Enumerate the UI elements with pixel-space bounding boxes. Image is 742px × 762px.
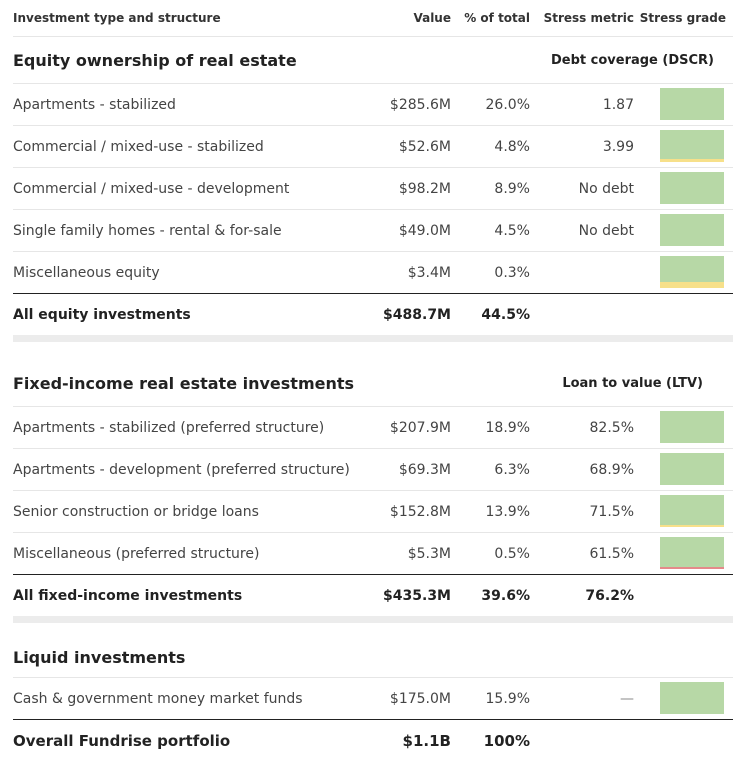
row-pct: 6.3% [494, 461, 530, 478]
table-row: Apartments - stabilized $285.6M 26.0% 1.… [13, 84, 733, 126]
row-metric: No debt [578, 222, 634, 239]
section-divider [13, 616, 733, 623]
row-name: Apartments - stabilized (preferred struc… [13, 419, 325, 436]
row-value: $49.0M [398, 222, 451, 239]
header-grade: Stress grade [639, 11, 726, 25]
table-row: Cash & government money market funds $17… [13, 678, 733, 719]
overall-pct: 100% [483, 732, 530, 750]
stress-grade-indicator [660, 453, 724, 485]
table-row: Miscellaneous (preferred structure) $5.3… [13, 533, 733, 574]
row-metric: No debt [578, 180, 634, 197]
row-value: $5.3M [407, 545, 451, 562]
header-name: Investment type and structure [13, 11, 221, 25]
row-pct: 4.8% [494, 138, 530, 155]
table-row: Single family homes - rental & for-sale … [13, 210, 733, 252]
row-metric: 61.5% [589, 545, 634, 562]
stress-grade-indicator [660, 130, 724, 162]
row-pct: 18.9% [485, 419, 530, 436]
row-name: Cash & government money market funds [13, 690, 303, 707]
stress-grade-indicator [660, 537, 724, 569]
row-name: Apartments - development (preferred stru… [13, 461, 350, 478]
stress-grade-indicator [660, 411, 724, 443]
row-value: $152.8M [389, 503, 451, 520]
table-row: Commercial / mixed-use - development $98… [13, 168, 733, 210]
header-metric: Stress metric [543, 11, 634, 25]
row-pct: 0.3% [494, 264, 530, 281]
row-value: $52.6M [398, 138, 451, 155]
row-name: Apartments - stabilized [13, 96, 176, 113]
row-name: Senior construction or bridge loans [13, 503, 259, 520]
stress-grade-indicator [660, 172, 724, 204]
row-value: $175.0M [389, 690, 451, 707]
stress-grade-indicator [660, 256, 724, 288]
fixed-metric-title: Loan to value (LTV) [562, 375, 703, 391]
table-header: Investment type and structure Value % of… [13, 0, 733, 37]
total-pct: 44.5% [481, 306, 530, 323]
table-row: Apartments - stabilized (preferred struc… [13, 407, 733, 449]
row-name: Single family homes - rental & for-sale [13, 222, 282, 239]
row-name: Commercial / mixed-use - stabilized [13, 138, 264, 155]
header-value: Value [413, 11, 451, 25]
row-pct: 4.5% [494, 222, 530, 239]
row-metric: 3.99 [602, 138, 634, 155]
section-title-fixed-income: Fixed-income real estate investments Loa… [13, 360, 733, 407]
section-title-liquid: Liquid investments [13, 637, 733, 678]
total-metric: 76.2% [585, 587, 634, 604]
row-pct: 0.5% [494, 545, 530, 562]
total-pct: 39.6% [481, 587, 530, 604]
total-name: All fixed-income investments [13, 587, 243, 604]
section-divider [13, 335, 733, 342]
overall-name: Overall Fundrise portfolio [13, 732, 231, 750]
row-pct: 13.9% [485, 503, 530, 520]
row-pct: 26.0% [485, 96, 530, 113]
portfolio-table: Investment type and structure Value % of… [13, 0, 733, 762]
row-value: $98.2M [398, 180, 451, 197]
table-row: Commercial / mixed-use - stabilized $52.… [13, 126, 733, 168]
row-metric: — [620, 690, 634, 707]
row-pct: 15.9% [485, 690, 530, 707]
row-name: Miscellaneous (preferred structure) [13, 545, 260, 562]
section-title-equity: Equity ownership of real estate Debt cov… [13, 37, 733, 84]
stress-grade-indicator [660, 682, 724, 714]
liquid-title: Liquid investments [13, 647, 186, 667]
equity-title: Equity ownership of real estate [13, 50, 297, 70]
row-metric: 68.9% [589, 461, 634, 478]
row-metric: 71.5% [589, 503, 634, 520]
table-row: Miscellaneous equity $3.4M 0.3% [13, 252, 733, 293]
row-value: $285.6M [389, 96, 451, 113]
fixed-title: Fixed-income real estate investments [13, 373, 355, 393]
row-value: $207.9M [389, 419, 451, 436]
stress-grade-indicator [660, 214, 724, 246]
overall-value: $1.1B [402, 732, 451, 750]
total-value: $435.3M [383, 587, 451, 604]
table-row: Senior construction or bridge loans $152… [13, 491, 733, 533]
total-row-fixed-income: All fixed-income investments $435.3M 39.… [13, 574, 733, 616]
equity-metric-title: Debt coverage (DSCR) [550, 52, 714, 68]
table-row: Apartments - development (preferred stru… [13, 449, 733, 491]
row-pct: 8.9% [494, 180, 530, 197]
total-row-equity: All equity investments $488.7M 44.5% [13, 293, 733, 335]
total-name: All equity investments [13, 306, 191, 323]
total-value: $488.7M [383, 306, 451, 323]
stress-grade-indicator [660, 88, 724, 120]
row-value: $3.4M [407, 264, 451, 281]
header-pct: % of total [464, 11, 530, 25]
row-name: Commercial / mixed-use - development [13, 180, 290, 197]
row-metric: 1.87 [602, 96, 634, 113]
row-metric: 82.5% [589, 419, 634, 436]
stress-grade-indicator [660, 495, 724, 527]
row-value: $69.3M [398, 461, 451, 478]
row-name: Miscellaneous equity [13, 264, 160, 281]
